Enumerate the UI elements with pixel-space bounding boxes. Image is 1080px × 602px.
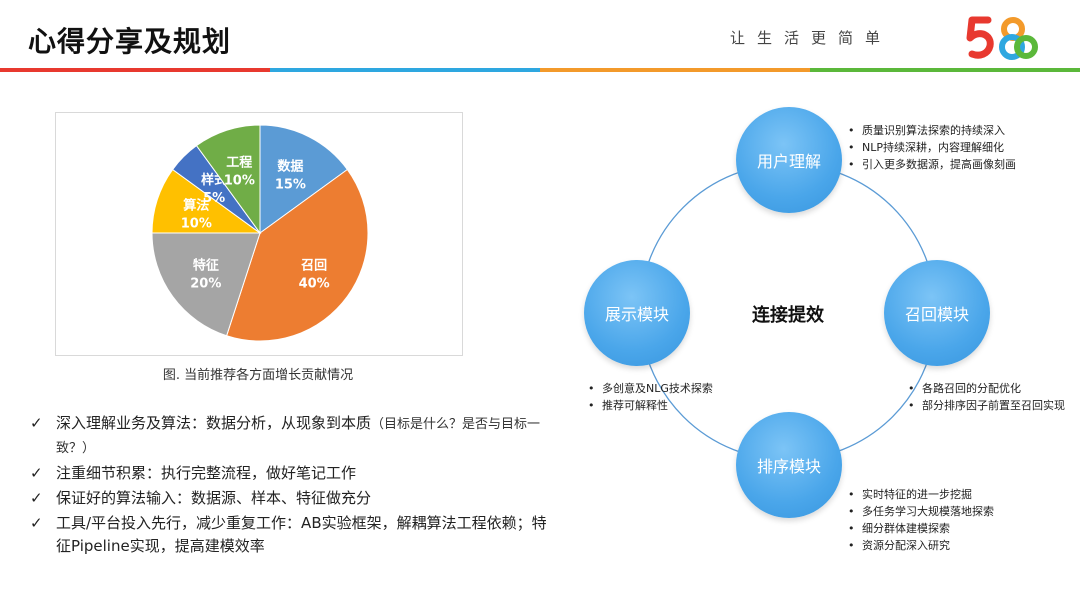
takeaway-text: 注重细节积累：执行完整流程，做好笔记工作	[56, 464, 357, 482]
node-label: 排序模块	[756, 457, 821, 476]
note-item: NLP持续深耕，内容理解细化	[846, 139, 1016, 156]
node-user-understanding: 用户理解	[736, 107, 842, 213]
node-ranking-module: 排序模块	[736, 412, 842, 518]
node-label: 用户理解	[756, 152, 821, 171]
note-item: 推荐可解释性	[586, 397, 713, 414]
notes-user-understanding: 质量识别算法探索的持续深入 NLP持续深耕，内容理解细化 引入更多数据源，提高画…	[846, 122, 1016, 173]
takeaway-item: ✓ 注重细节积累：执行完整流程，做好笔记工作	[30, 462, 550, 485]
pie-slice-label: 特征	[193, 257, 219, 273]
page-title: 心得分享及规划	[28, 25, 232, 58]
takeaway-item: ✓ 保证好的算法输入：数据源、样本、特征做充分	[30, 487, 550, 510]
takeaway-text: 工具/平台投入先行，减少重复工作：AB实验框架，解耦算法工程依赖；特征Pipel…	[56, 514, 547, 555]
header-color-stripe	[0, 68, 1080, 72]
notes-display-module: 多创意及NLG技术探索 推荐可解释性	[586, 380, 713, 414]
pie-slice-value: 5%	[203, 191, 225, 206]
pie-slice-label: 数据	[277, 158, 303, 174]
note-item: 细分群体建模探索	[846, 520, 994, 537]
checkmark-icon: ✓	[30, 414, 43, 432]
pie-slice-value: 20%	[190, 276, 221, 291]
node-display-module: 展示模块	[584, 260, 690, 366]
takeaway-item: ✓ 工具/平台投入先行，减少重复工作：AB实验框架，解耦算法工程依赖；特征Pip…	[30, 512, 550, 558]
stripe-segment-green	[810, 68, 1080, 72]
takeaway-list: ✓ 深入理解业务及算法：数据分析，从现象到本质（目标是什么？是否与目标一致？） …	[30, 412, 550, 560]
stripe-segment-red	[0, 68, 270, 72]
pie-chart-frame: 数据 15% 召回 40% 特征 20% 算法 10% 样式 5% 工程 10%	[55, 112, 463, 356]
note-item: 资源分配深入研究	[846, 537, 994, 554]
pie-slice-value: 15%	[275, 177, 306, 192]
note-item: 各路召回的分配优化	[906, 380, 1065, 397]
note-item: 质量识别算法探索的持续深入	[846, 122, 1016, 139]
cycle-center-label: 连接提效	[752, 305, 824, 326]
checkmark-icon: ✓	[30, 489, 43, 507]
takeaway-text: 保证好的算法输入：数据源、样本、特征做充分	[56, 489, 372, 507]
pie-chart: 数据15%召回40%特征20%算法10%样式5%工程10%	[151, 124, 369, 342]
pie-slice-label: 召回	[301, 258, 327, 273]
takeaway-item: ✓ 深入理解业务及算法：数据分析，从现象到本质（目标是什么？是否与目标一致？）	[30, 412, 550, 460]
takeaway-text: 深入理解业务及算法：数据分析，从现象到本质	[56, 414, 372, 432]
note-item: 部分排序因子前置至召回实现	[906, 397, 1065, 414]
brand-logo	[966, 16, 1038, 60]
note-item: 多任务学习大规模落地探索	[846, 503, 994, 520]
note-item: 引入更多数据源，提高画像刻画	[846, 156, 1016, 173]
node-recall-module: 召回模块	[884, 260, 990, 366]
slogan: 让生活更简单	[730, 29, 893, 47]
notes-recall-module: 各路召回的分配优化 部分排序因子前置至召回实现	[906, 380, 1065, 414]
notes-ranking-module: 实时特征的进一步挖掘 多任务学习大规模落地探索 细分群体建模探索 资源分配深入研…	[846, 486, 994, 554]
checkmark-icon: ✓	[30, 464, 43, 482]
pie-slice-value: 40%	[299, 276, 330, 291]
node-label: 召回模块	[904, 305, 969, 324]
stripe-segment-blue	[270, 68, 540, 72]
note-item: 实时特征的进一步挖掘	[846, 486, 994, 503]
chart-caption: 图. 当前推荐各方面增长贡献情况	[162, 368, 354, 383]
checkmark-icon: ✓	[30, 514, 43, 532]
pie-slice-label: 工程	[226, 155, 252, 170]
node-label: 展示模块	[604, 305, 669, 324]
stripe-segment-orange	[540, 68, 810, 72]
note-item: 多创意及NLG技术探索	[586, 380, 713, 397]
pie-slice-value: 10%	[224, 173, 255, 188]
pie-slice-value: 10%	[181, 216, 212, 231]
